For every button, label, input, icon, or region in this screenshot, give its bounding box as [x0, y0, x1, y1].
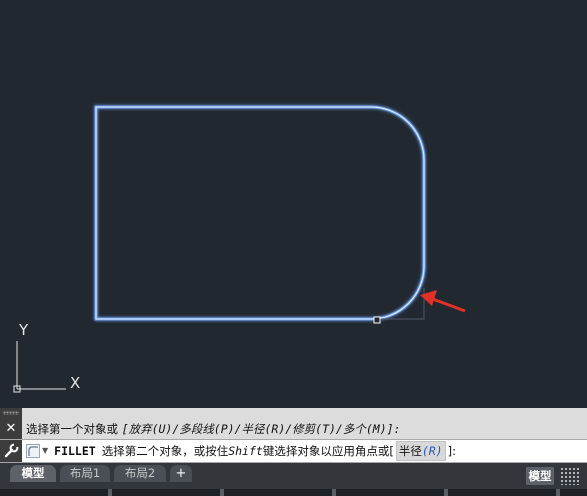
- rounded-rectangle-shape[interactable]: [94, 105, 426, 321]
- history-options: [放弃(U)/多段线(P)/半径(R)/修剪(T)/多个(M)]:: [121, 422, 401, 436]
- option-close-bracket: ]:: [447, 444, 456, 458]
- command-prompt: ▼ FILLET 选择第二个对象，或按住 Shift 键选择对象以应用角点或 […: [26, 441, 456, 461]
- prompt-text-1: 选择第二个对象，或按住: [101, 444, 229, 458]
- ucs-x-label: X: [70, 374, 80, 392]
- grip-square[interactable]: [373, 316, 381, 324]
- annotation-arrow-icon: [420, 290, 466, 313]
- shift-key-text: Shift: [228, 444, 263, 458]
- command-history-panel: ✕ 选择第一个对象或 [放弃(U)/多段线(P)/半径(R)/修剪(T)/多个(…: [0, 408, 587, 439]
- option-radius[interactable]: 半径(R): [395, 441, 446, 461]
- drawing-canvas[interactable]: Y X: [0, 0, 587, 408]
- customize-wrench-icon[interactable]: [0, 440, 22, 462]
- command-line-grip[interactable]: ✕: [0, 408, 22, 439]
- close-icon[interactable]: ✕: [4, 422, 18, 436]
- command-input-row[interactable]: ▼ FILLET 选择第二个对象，或按住 Shift 键选择对象以应用角点或 […: [0, 439, 587, 463]
- ucs-icon: Y X: [13, 321, 80, 393]
- grid-icon[interactable]: [560, 467, 580, 485]
- taskbar-strip: [0, 489, 587, 496]
- add-layout-button[interactable]: +: [170, 465, 192, 482]
- option-open-bracket: [: [389, 444, 394, 458]
- chevron-down-icon[interactable]: ▼: [42, 442, 48, 460]
- history-prompt: 选择第一个对象或: [26, 422, 122, 436]
- tab-layout1[interactable]: 布局1: [60, 465, 110, 482]
- ucs-y-label: Y: [18, 321, 29, 339]
- model-space-button[interactable]: 模型: [526, 467, 554, 485]
- tab-layout2[interactable]: 布局2: [114, 465, 166, 482]
- tab-model[interactable]: 模型: [10, 465, 56, 482]
- command-history-line: 选择第一个对象或 [放弃(U)/多段线(P)/半径(R)/修剪(T)/多个(M)…: [26, 421, 400, 437]
- fillet-command-icon[interactable]: [26, 444, 40, 458]
- command-name: FILLET: [54, 444, 96, 458]
- prompt-text-2: 键选择对象以应用角点或: [262, 444, 390, 458]
